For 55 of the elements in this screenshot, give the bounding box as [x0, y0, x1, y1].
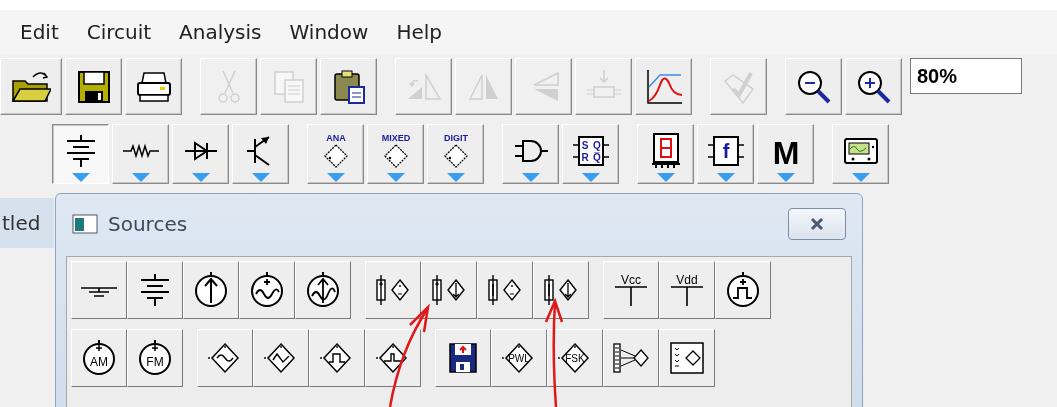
source-button[interactable] [659, 329, 715, 387]
grapher-button[interactable] [635, 58, 692, 115]
menu-item[interactable]: Window [275, 20, 383, 44]
source-button[interactable]: FSK [547, 329, 603, 387]
source-button[interactable] [533, 261, 589, 319]
letter-button[interactable]: M [757, 124, 814, 184]
close-button[interactable] [788, 208, 846, 240]
window-title: Sources [108, 212, 189, 236]
source-button[interactable] [127, 261, 183, 319]
source-button[interactable]: FM [127, 329, 183, 387]
transistor-button[interactable] [232, 124, 289, 184]
source-button[interactable] [239, 261, 295, 319]
source-button[interactable] [421, 261, 477, 319]
menu-item[interactable]: Help [382, 20, 456, 44]
flipflop-button[interactable]: S Q R Q̅ [562, 124, 619, 184]
source-button[interactable] [309, 329, 365, 387]
source-button[interactable]: Vcc [603, 261, 659, 319]
document-tab[interactable]: tled [0, 198, 54, 248]
source-button[interactable] [365, 329, 421, 387]
paste-button[interactable] [320, 58, 377, 115]
source-button[interactable] [715, 261, 771, 319]
menu-item[interactable]: Edit [6, 20, 73, 44]
source-button[interactable] [365, 261, 421, 319]
source-button[interactable]: AM [71, 329, 127, 387]
letter-icon: M [765, 131, 806, 171]
source-button[interactable] [253, 329, 309, 387]
source-button[interactable] [295, 261, 351, 319]
resistor-button[interactable] [112, 124, 169, 184]
chip-button[interactable]: DIGIT [427, 124, 484, 184]
source-button[interactable] [183, 261, 239, 319]
source-button[interactable] [197, 329, 253, 387]
menu-item[interactable]: Circuit [72, 20, 166, 44]
window-icon [72, 214, 98, 234]
source-button[interactable] [435, 329, 491, 387]
source-button[interactable] [71, 261, 127, 319]
menu-item[interactable]: Analysis [165, 20, 276, 44]
chip-button[interactable]: MIXED [367, 124, 424, 184]
zoom-in-button[interactable] [845, 58, 902, 115]
print-button[interactable] [125, 58, 182, 115]
close-icon [810, 217, 824, 231]
gate-button[interactable] [502, 124, 559, 184]
caret-icon[interactable] [71, 173, 90, 182]
chip-button[interactable]: ANA [307, 124, 364, 184]
zoom-out-button[interactable] [785, 58, 842, 115]
open-button[interactable] [0, 58, 62, 115]
source-button[interactable] [603, 329, 659, 387]
zoom-field[interactable]: 80% [910, 58, 1022, 94]
seven-seg-button[interactable] [637, 124, 694, 184]
source-button[interactable]: Vdd [659, 261, 715, 319]
scope-button[interactable] [832, 124, 889, 184]
function-button[interactable]: f [697, 124, 754, 184]
source-button[interactable] [477, 261, 533, 319]
save-button[interactable] [65, 58, 122, 115]
battery-button[interactable] [52, 124, 109, 184]
diode-button[interactable] [172, 124, 229, 184]
